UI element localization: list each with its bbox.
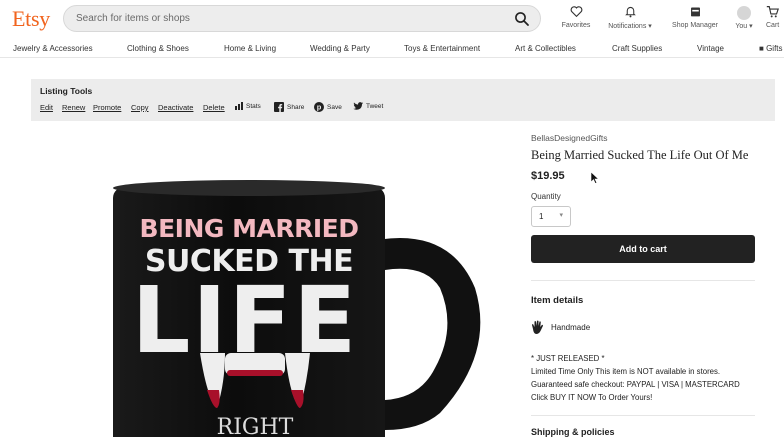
description-line-2: Limited Time Only This item is NOT avail… — [531, 367, 721, 376]
divider — [531, 280, 755, 281]
edit-link[interactable]: Edit — [40, 103, 53, 112]
mug-text-line4: RIGHT — [217, 415, 294, 437]
product-image[interactable]: BEING MARRIED SUCKED THE LIFE RIGHT — [95, 168, 535, 437]
facebook-icon — [274, 102, 284, 112]
listing-tools-panel: Listing Tools Edit Renew Promote Copy De… — [31, 79, 775, 121]
delete-link[interactable]: Delete — [203, 103, 225, 112]
category-craft[interactable]: Craft Supplies — [612, 44, 662, 53]
save-label: Save — [327, 103, 342, 111]
renew-link[interactable]: Renew — [62, 103, 85, 112]
listing-tools-title: Listing Tools — [40, 86, 93, 96]
search-bar[interactable]: Search for items or shops — [63, 5, 541, 32]
category-gifts[interactable]: ■ Gifts — [759, 44, 783, 53]
cart-button[interactable]: Cart — [766, 5, 784, 35]
notifications-button[interactable]: Notifications ▾ — [603, 5, 657, 35]
add-to-cart-button[interactable]: Add to cart — [531, 235, 755, 263]
cart-icon — [766, 6, 779, 18]
description-line-4: Click BUY IT NOW To Order Yours! — [531, 393, 653, 402]
product-title: Being Married Sucked The Life Out Of Me — [531, 148, 749, 162]
mouse-cursor-icon — [591, 172, 599, 184]
category-nav: Jewelry & Accessories Clothing & Shoes H… — [0, 38, 784, 58]
favorites-label: Favorites — [561, 22, 591, 29]
avatar — [737, 6, 751, 20]
mug-handle — [377, 238, 481, 430]
you-menu-button[interactable]: You ▾ — [731, 5, 757, 35]
pinterest-save-link[interactable]: p Save — [314, 102, 342, 112]
deactivate-link[interactable]: Deactivate — [158, 103, 193, 112]
promote-link[interactable]: Promote — [93, 103, 121, 112]
notifications-label: Notifications — [608, 23, 647, 30]
stats-label: Stats — [246, 102, 261, 110]
gift-icon: ■ — [759, 44, 764, 53]
divider — [531, 415, 755, 416]
shop-manager-label: Shop Manager — [672, 22, 718, 29]
item-details-heading[interactable]: Item details — [531, 295, 583, 306]
handmade-label: Handmade — [551, 323, 591, 332]
stats-link[interactable]: Stats — [235, 102, 261, 110]
shop-manager-button[interactable]: Shop Manager — [669, 5, 721, 35]
category-toys[interactable]: Toys & Entertainment — [404, 44, 480, 53]
shop-name-link[interactable]: BellasDesignedGifts — [531, 133, 608, 143]
favorites-button[interactable]: Favorites — [560, 5, 592, 35]
handmade-row: Handmade — [531, 320, 590, 335]
chevron-down-icon: ▾ — [749, 23, 753, 30]
product-price: $19.95 — [531, 170, 565, 182]
search-icon[interactable] — [514, 11, 530, 27]
quantity-value: 1 — [539, 212, 544, 221]
etsy-logo[interactable]: Etsy — [12, 6, 50, 32]
mug-rim — [113, 180, 385, 196]
search-input[interactable]: Search for items or shops — [76, 13, 190, 24]
svg-text:p: p — [317, 103, 322, 112]
category-clothing[interactable]: Clothing & Shoes — [127, 44, 189, 53]
hand-icon — [532, 320, 543, 334]
chevron-down-icon: ▾ — [559, 212, 563, 219]
shop-icon — [690, 7, 700, 17]
description-line-3: Guaranteed safe checkout: PAYPAL | VISA … — [531, 380, 740, 389]
description-line-1: * JUST RELEASED * — [531, 354, 605, 363]
bell-icon — [624, 6, 636, 18]
heart-icon — [570, 6, 582, 18]
chevron-down-icon: ▾ — [648, 23, 652, 30]
category-art[interactable]: Art & Collectibles — [515, 44, 576, 53]
mug-text-line1: BEING MARRIED — [140, 214, 359, 243]
site-header: Etsy Search for items or shops Favorites… — [0, 0, 784, 38]
twitter-icon — [353, 102, 363, 110]
you-label: You — [735, 23, 748, 30]
share-label: Share — [287, 103, 305, 111]
stats-icon — [235, 102, 243, 110]
share-link[interactable]: Share — [274, 102, 304, 112]
quantity-select[interactable]: 1 ▾ — [531, 206, 571, 227]
mug-text-line3: LIFE — [132, 267, 359, 374]
cart-label: Cart — [766, 22, 780, 29]
category-vintage[interactable]: Vintage — [697, 44, 724, 53]
category-home[interactable]: Home & Living — [224, 44, 276, 53]
category-gifts-label: Gifts — [766, 44, 783, 53]
copy-link[interactable]: Copy — [131, 103, 149, 112]
pinterest-icon: p — [314, 102, 324, 112]
tweet-link[interactable]: Tweet — [353, 102, 383, 111]
quantity-label: Quantity — [531, 192, 561, 201]
category-wedding[interactable]: Wedding & Party — [310, 44, 370, 53]
shipping-policies-heading[interactable]: Shipping & policies — [531, 427, 615, 437]
tweet-label: Tweet — [366, 103, 384, 110]
category-jewelry[interactable]: Jewelry & Accessories — [13, 44, 93, 53]
